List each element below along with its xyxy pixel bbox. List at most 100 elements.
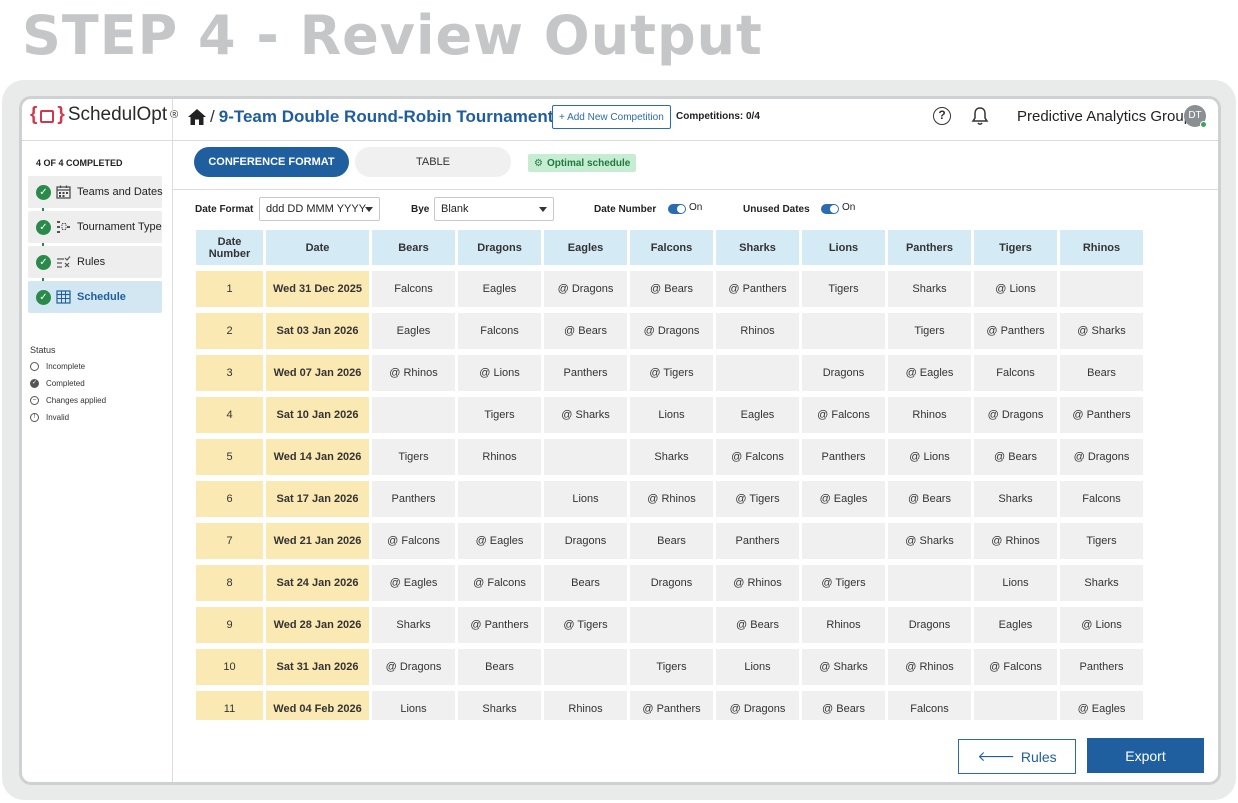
matchup-cell[interactable]: @ Dragons bbox=[372, 649, 455, 685]
matchup-cell[interactable]: Panthers bbox=[802, 439, 885, 475]
matchup-cell[interactable] bbox=[888, 565, 971, 601]
matchup-cell[interactable] bbox=[630, 607, 713, 643]
matchup-cell[interactable]: @ Eagles bbox=[372, 565, 455, 601]
home-icon[interactable] bbox=[187, 107, 207, 127]
matchup-cell[interactable]: @ Bears bbox=[544, 313, 627, 349]
column-header[interactable]: Lions bbox=[802, 230, 885, 265]
matchup-cell[interactable]: @ Sharks bbox=[802, 649, 885, 685]
export-button[interactable]: Export bbox=[1087, 738, 1204, 773]
matchup-cell[interactable]: Rhinos bbox=[716, 313, 799, 349]
matchup-cell[interactable]: @ Bears bbox=[630, 271, 713, 307]
bye-select[interactable]: Blank bbox=[434, 197, 554, 221]
matchup-cell[interactable]: Lions bbox=[372, 691, 455, 720]
matchup-cell[interactable]: @ Rhinos bbox=[974, 523, 1057, 559]
column-header[interactable]: Sharks bbox=[716, 230, 799, 265]
date-format-select[interactable]: ddd DD MMM YYYY bbox=[259, 197, 380, 221]
matchup-cell[interactable]: @ Lions bbox=[458, 355, 541, 391]
matchup-cell[interactable]: Rhinos bbox=[802, 607, 885, 643]
tab-table[interactable]: TABLE bbox=[355, 147, 511, 177]
avatar[interactable]: DT bbox=[1184, 105, 1207, 128]
matchup-cell[interactable]: Tigers bbox=[802, 271, 885, 307]
matchup-cell[interactable]: @ Tigers bbox=[802, 565, 885, 601]
matchup-cell[interactable]: @ Eagles bbox=[802, 481, 885, 517]
bell-icon[interactable] bbox=[971, 106, 989, 126]
matchup-cell[interactable]: Falcons bbox=[888, 691, 971, 720]
matchup-cell[interactable] bbox=[544, 439, 627, 475]
matchup-cell[interactable]: @ Sharks bbox=[888, 523, 971, 559]
matchup-cell[interactable]: @ Rhinos bbox=[372, 355, 455, 391]
matchup-cell[interactable]: @ Panthers bbox=[458, 607, 541, 643]
tab-conference-format[interactable]: CONFERENCE FORMAT bbox=[194, 147, 349, 177]
matchup-cell[interactable]: Tigers bbox=[372, 439, 455, 475]
matchup-cell[interactable] bbox=[974, 691, 1057, 720]
column-header[interactable]: Date Number bbox=[196, 230, 263, 265]
help-icon[interactable]: ? bbox=[933, 107, 951, 125]
matchup-cell[interactable]: @ Panthers bbox=[1060, 397, 1143, 433]
matchup-cell[interactable]: Panthers bbox=[1060, 649, 1143, 685]
matchup-cell[interactable]: Panthers bbox=[372, 481, 455, 517]
matchup-cell[interactable]: @ Dragons bbox=[630, 313, 713, 349]
matchup-cell[interactable]: Eagles bbox=[372, 313, 455, 349]
matchup-cell[interactable]: @ Dragons bbox=[1060, 439, 1143, 475]
matchup-cell[interactable]: @ Bears bbox=[974, 439, 1057, 475]
matchup-cell[interactable]: Bears bbox=[630, 523, 713, 559]
matchup-cell[interactable]: Falcons bbox=[974, 355, 1057, 391]
matchup-cell[interactable] bbox=[802, 523, 885, 559]
matchup-cell[interactable]: @ Falcons bbox=[372, 523, 455, 559]
matchup-cell[interactable]: @ Bears bbox=[802, 691, 885, 720]
matchup-cell[interactable]: Tigers bbox=[458, 397, 541, 433]
matchup-cell[interactable]: @ Dragons bbox=[974, 397, 1057, 433]
matchup-cell[interactable]: Tigers bbox=[888, 313, 971, 349]
matchup-cell[interactable]: Rhinos bbox=[544, 691, 627, 720]
matchup-cell[interactable]: @ Tigers bbox=[544, 607, 627, 643]
column-header[interactable]: Panthers bbox=[888, 230, 971, 265]
matchup-cell[interactable]: Sharks bbox=[1060, 565, 1143, 601]
column-header[interactable]: Eagles bbox=[544, 230, 627, 265]
matchup-cell[interactable]: Falcons bbox=[458, 313, 541, 349]
matchup-cell[interactable]: Rhinos bbox=[458, 439, 541, 475]
add-new-competition-button[interactable]: + Add New Competition bbox=[552, 105, 671, 129]
column-header[interactable]: Tigers bbox=[974, 230, 1057, 265]
matchup-cell[interactable]: @ Lions bbox=[888, 439, 971, 475]
matchup-cell[interactable]: Lions bbox=[716, 649, 799, 685]
matchup-cell[interactable]: Sharks bbox=[458, 691, 541, 720]
column-header[interactable]: Date bbox=[266, 230, 369, 265]
matchup-cell[interactable]: Bears bbox=[1060, 355, 1143, 391]
matchup-cell[interactable]: @ Eagles bbox=[458, 523, 541, 559]
matchup-cell[interactable]: @ Panthers bbox=[974, 313, 1057, 349]
matchup-cell[interactable] bbox=[372, 397, 455, 433]
matchup-cell[interactable]: @ Eagles bbox=[888, 355, 971, 391]
matchup-cell[interactable]: @ Eagles bbox=[1060, 691, 1143, 720]
unused-dates-toggle[interactable] bbox=[821, 204, 839, 214]
sidebar-item-rules[interactable]: ✓ Rules bbox=[28, 246, 162, 278]
sidebar-item-schedule[interactable]: ✓ Schedule bbox=[28, 281, 162, 313]
matchup-cell[interactable]: Rhinos bbox=[888, 397, 971, 433]
matchup-cell[interactable]: Bears bbox=[458, 649, 541, 685]
matchup-cell[interactable]: @ Dragons bbox=[716, 691, 799, 720]
matchup-cell[interactable]: Eagles bbox=[974, 607, 1057, 643]
matchup-cell[interactable]: @ Bears bbox=[888, 481, 971, 517]
matchup-cell[interactable]: Dragons bbox=[802, 355, 885, 391]
matchup-cell[interactable]: Falcons bbox=[1060, 481, 1143, 517]
matchup-cell[interactable]: @ Falcons bbox=[458, 565, 541, 601]
matchup-cell[interactable] bbox=[544, 649, 627, 685]
matchup-cell[interactable] bbox=[716, 355, 799, 391]
matchup-cell[interactable]: @ Sharks bbox=[1060, 313, 1143, 349]
matchup-cell[interactable]: Sharks bbox=[974, 481, 1057, 517]
matchup-cell[interactable]: Lions bbox=[974, 565, 1057, 601]
matchup-cell[interactable]: Lions bbox=[544, 481, 627, 517]
back-to-rules-button[interactable]: 🡐 Rules bbox=[958, 739, 1076, 774]
matchup-cell[interactable]: @ Rhinos bbox=[888, 649, 971, 685]
matchup-cell[interactable]: Dragons bbox=[544, 523, 627, 559]
matchup-cell[interactable]: @ Rhinos bbox=[716, 565, 799, 601]
column-header[interactable]: Falcons bbox=[630, 230, 713, 265]
matchup-cell[interactable]: Panthers bbox=[716, 523, 799, 559]
matchup-cell[interactable]: @ Bears bbox=[716, 607, 799, 643]
matchup-cell[interactable]: @ Panthers bbox=[630, 691, 713, 720]
matchup-cell[interactable]: @ Panthers bbox=[716, 271, 799, 307]
matchup-cell[interactable] bbox=[802, 313, 885, 349]
matchup-cell[interactable]: Panthers bbox=[544, 355, 627, 391]
matchup-cell[interactable]: Lions bbox=[630, 397, 713, 433]
matchup-cell[interactable]: @ Sharks bbox=[544, 397, 627, 433]
matchup-cell[interactable]: @ Falcons bbox=[716, 439, 799, 475]
